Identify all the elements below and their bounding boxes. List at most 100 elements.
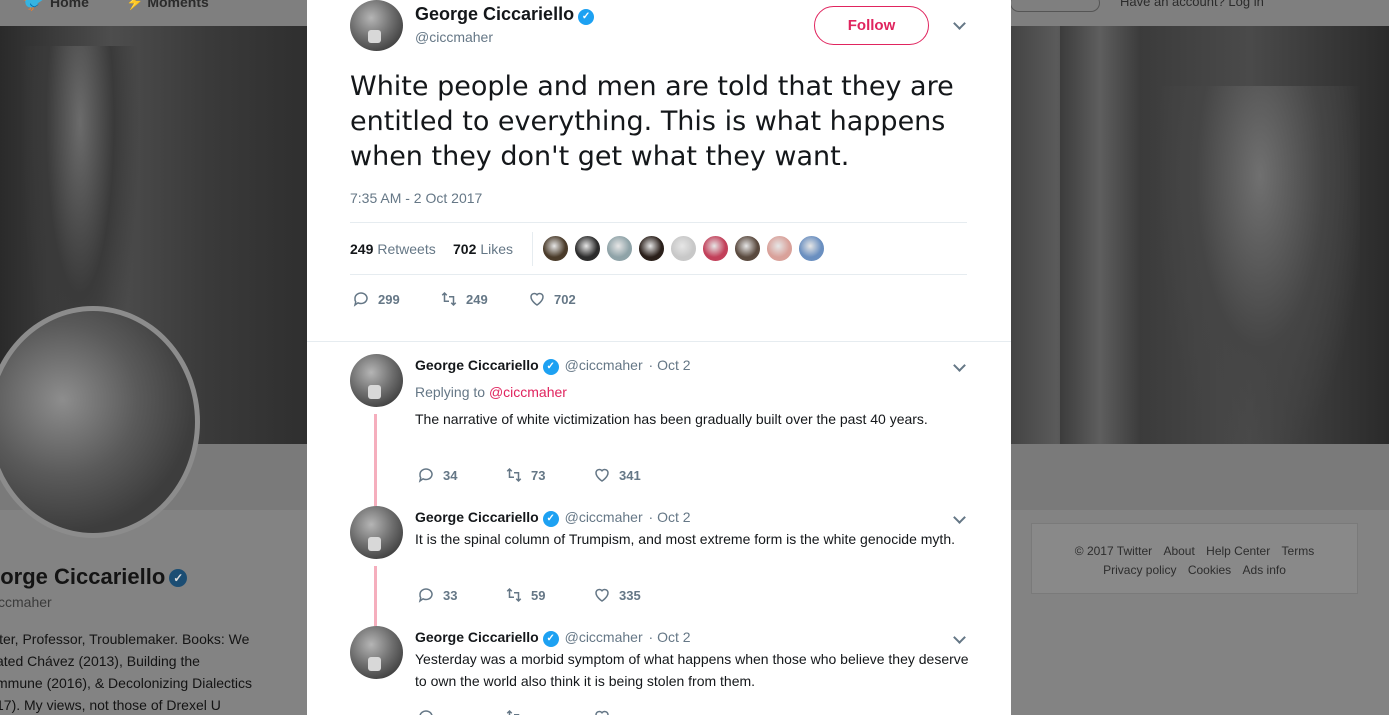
likes-label: Likes	[480, 241, 514, 257]
reply-author-name[interactable]: George Ciccariello	[415, 509, 539, 525]
like-action[interactable]: 341	[593, 466, 641, 486]
reply-action[interactable]	[417, 708, 443, 715]
like-count: 335	[619, 588, 641, 603]
verified-icon: ✓	[542, 511, 559, 527]
tweet-permalink-dialog: George Ciccariello ✓ @ciccmaher Follow Wh…	[307, 0, 1011, 715]
profile-bio: iter, Professor, Troublemaker. Books: We…	[0, 628, 286, 715]
reply-actions: 34 73 341	[415, 466, 815, 488]
thread-connector	[374, 566, 377, 626]
reply-count: 33	[443, 588, 458, 603]
liker-avatar[interactable]	[606, 235, 633, 262]
nav-home[interactable]: Home	[50, 0, 89, 10]
retweet-action[interactable]: 73	[505, 466, 545, 486]
verified-icon: ✓	[578, 9, 595, 25]
bio-line: 17). My views, not those of Drexel U	[0, 697, 221, 713]
reply-header: George Ciccariello ✓ @ciccmaher · Oct 2	[415, 357, 691, 375]
liker-avatar[interactable]	[798, 235, 825, 262]
login-link[interactable]: Have an account? Log in	[1120, 0, 1264, 9]
author-avatar[interactable]	[350, 0, 403, 51]
footer-privacy-link[interactable]: Privacy policy	[1103, 563, 1176, 577]
retweet-action[interactable]	[505, 708, 531, 715]
footer-help-link[interactable]: Help Center	[1206, 544, 1270, 558]
retweet-icon	[506, 467, 522, 483]
stats-divider	[532, 232, 533, 266]
retweet-count: 249	[466, 292, 488, 307]
nav-moments[interactable]: ⚡ Moments	[126, 0, 209, 11]
bio-line: mmune (2016), & Decolonizing Dialectics	[0, 675, 252, 691]
like-count: 702	[554, 292, 576, 307]
verified-icon: ✓	[542, 359, 559, 375]
retweet-count: 73	[531, 468, 546, 483]
like-action[interactable]	[593, 708, 619, 715]
twitter-bird-icon[interactable]: 🐦	[22, 0, 44, 13]
reply-icon	[419, 710, 433, 715]
reply-date[interactable]: · Oct 2	[649, 357, 691, 373]
reply-author-name[interactable]: George Ciccariello	[415, 357, 539, 373]
reply-action[interactable]: 33	[417, 586, 457, 606]
retweets-stat[interactable]: 249 Retweets	[350, 241, 436, 257]
tweet-text: White people and men are told that they …	[350, 71, 954, 172]
reply-author-name[interactable]: George Ciccariello	[415, 629, 539, 645]
heart-icon	[530, 292, 544, 306]
replying-to: Replying to @ciccmaher	[415, 384, 567, 400]
chevron-down-icon[interactable]	[953, 513, 965, 525]
like-action[interactable]: 702	[528, 290, 576, 310]
reply-text: Yesterday was a morbid symptom of what h…	[415, 651, 969, 689]
thread-connector	[374, 414, 377, 506]
tweet-actions: 299 249 702	[350, 290, 950, 312]
chevron-down-icon[interactable]	[953, 361, 965, 373]
author-name-text: George Ciccariello	[415, 4, 575, 24]
like-count: 341	[619, 468, 641, 483]
reply-date[interactable]: · Oct 2	[649, 629, 691, 645]
reply-tweet[interactable]: George Ciccariello ✓ @ciccmaher · Oct 2 I…	[307, 506, 1011, 626]
replying-to-handle[interactable]: @ciccmaher	[489, 384, 567, 400]
author-handle[interactable]: @ciccmaher	[415, 29, 493, 45]
footer-terms-link[interactable]: Terms	[1282, 544, 1315, 558]
liker-avatar[interactable]	[574, 235, 601, 262]
footer-ads-link[interactable]: Ads info	[1243, 563, 1286, 577]
reply-text: It is the spinal column of Trumpism, and…	[415, 531, 955, 547]
reply-actions	[415, 708, 815, 715]
reply-avatar[interactable]	[350, 506, 403, 559]
retweet-count: 59	[531, 588, 546, 603]
reply-action[interactable]: 34	[417, 466, 457, 486]
chevron-down-icon[interactable]	[953, 633, 965, 645]
reply-icon	[353, 292, 368, 307]
chevron-down-icon[interactable]	[953, 19, 965, 31]
reply-header: George Ciccariello ✓ @ciccmaher · Oct 2	[415, 509, 691, 527]
footer-about-link[interactable]: About	[1163, 544, 1194, 558]
profile-name: eorge Ciccariello ✓	[0, 564, 188, 590]
search-field[interactable]	[1010, 0, 1100, 12]
profile-handle: ccmaher	[0, 594, 52, 610]
reply-tweet[interactable]: George Ciccariello ✓ @ciccmaher · Oct 2 R…	[307, 354, 1011, 506]
retweet-icon	[441, 291, 457, 307]
liker-avatar[interactable]	[542, 235, 569, 262]
retweet-action[interactable]: 59	[505, 586, 545, 606]
liker-avatar[interactable]	[702, 235, 729, 262]
footer-cookies-link[interactable]: Cookies	[1188, 563, 1231, 577]
reply-action[interactable]: 299	[352, 290, 400, 310]
author-name[interactable]: George Ciccariello ✓	[415, 4, 595, 25]
reply-count: 299	[378, 292, 400, 307]
liker-avatar[interactable]	[734, 235, 761, 262]
footer-links: © 2017 Twitter About Help Center Terms P…	[1031, 523, 1358, 594]
retweet-action[interactable]: 249	[440, 290, 488, 310]
footer-copyright: © 2017 Twitter	[1074, 544, 1153, 558]
reply-author-handle[interactable]: @ciccmaher	[565, 509, 643, 525]
liker-avatar[interactable]	[766, 235, 793, 262]
reply-date[interactable]: · Oct 2	[649, 509, 691, 525]
reply-author-handle[interactable]: @ciccmaher	[565, 357, 643, 373]
like-action[interactable]: 335	[593, 586, 641, 606]
likes-stat[interactable]: 702 Likes	[453, 241, 513, 257]
reply-tweet[interactable]: George Ciccariello ✓ @ciccmaher · Oct 2 Y…	[307, 626, 1011, 715]
reply-author-handle[interactable]: @ciccmaher	[565, 629, 643, 645]
follow-button[interactable]: Follow	[814, 6, 929, 45]
tweet-timestamp[interactable]: 7:35 AM - 2 Oct 2017	[350, 190, 482, 206]
reply-avatar[interactable]	[350, 626, 403, 679]
liker-avatar[interactable]	[670, 235, 697, 262]
retweets-count: 249	[350, 241, 374, 257]
liker-avatar[interactable]	[638, 235, 665, 262]
reply-avatar[interactable]	[350, 354, 403, 407]
replying-to-prefix: Replying to	[415, 384, 486, 400]
reply-icon	[418, 588, 433, 603]
